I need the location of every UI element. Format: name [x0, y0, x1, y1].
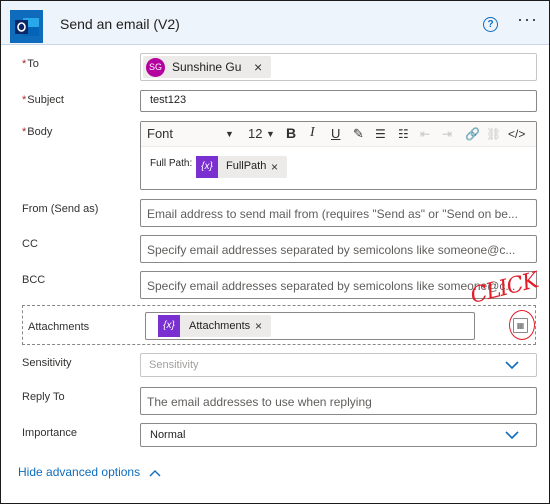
sensitivity-label: Sensitivity: [22, 357, 72, 369]
token-label: FullPath: [226, 160, 267, 172]
importance-value: Normal: [150, 429, 186, 441]
cc-label: CC: [22, 238, 38, 250]
fullpath-token: {x} FullPath ×: [196, 156, 287, 178]
numbered-list-icon[interactable]: ☷: [398, 127, 409, 141]
code-view-icon[interactable]: </>: [508, 127, 525, 141]
to-field[interactable]: SG Sunshine Gu ×: [140, 53, 537, 81]
remove-recipient-icon[interactable]: ×: [254, 59, 262, 75]
font-select[interactable]: Font: [147, 126, 173, 141]
subject-value: test123: [150, 94, 187, 106]
attachments-label: Attachments: [28, 321, 90, 333]
hide-advanced-options-link[interactable]: Hide advanced options: [18, 465, 161, 479]
expression-icon: {x}: [158, 315, 180, 337]
annotation-circle: [509, 310, 535, 340]
italic-icon[interactable]: I: [310, 125, 315, 141]
action-title: Send an email (V2): [60, 16, 180, 32]
reply-to-input[interactable]: The email addresses to use when replying: [140, 387, 537, 415]
expression-icon: {x}: [196, 156, 218, 178]
body-editor[interactable]: Font ▼ 12 ▼ B I U ✎ ☰ ☷ ⇤ ⇥ 🔗 ⛓ </> Full…: [140, 121, 537, 190]
unlink-icon[interactable]: ⛓: [486, 127, 501, 141]
remove-token-icon[interactable]: ×: [271, 160, 278, 174]
bullet-list-icon[interactable]: ☰: [375, 127, 386, 141]
cc-input[interactable]: Specify email addresses separated by sem…: [140, 235, 537, 263]
reply-to-placeholder: The email addresses to use when replying: [147, 395, 372, 409]
chevron-down-icon: [505, 361, 519, 370]
decrease-indent-icon[interactable]: ⇤: [420, 127, 430, 141]
from-input[interactable]: Email address to send mail from (require…: [140, 199, 537, 227]
rich-text-toolbar: Font ▼ 12 ▼ B I U ✎ ☰ ☷ ⇤ ⇥ 🔗 ⛓ </>: [141, 122, 536, 147]
help-circle-icon[interactable]: ?: [483, 17, 498, 32]
from-label: From (Send as): [22, 203, 99, 215]
action-header[interactable]: Send an email (V2) ? ···: [1, 1, 549, 45]
attachments-token: {x} Attachments ×: [158, 315, 271, 337]
body-text: Full Path:: [150, 158, 193, 169]
avatar: SG: [146, 58, 165, 77]
cc-placeholder: Specify email addresses separated by sem…: [147, 243, 516, 257]
link-icon[interactable]: 🔗: [465, 127, 480, 141]
remove-token-icon[interactable]: ×: [255, 319, 262, 333]
importance-dropdown[interactable]: Normal: [140, 423, 537, 447]
recipient-chip: SG Sunshine Gu ×: [143, 56, 271, 78]
chevron-down-icon: [505, 431, 519, 440]
font-chevron-icon[interactable]: ▼: [225, 129, 234, 139]
subject-input[interactable]: test123: [140, 90, 537, 112]
bold-icon[interactable]: B: [286, 125, 296, 141]
chevron-up-icon: [149, 469, 161, 477]
more-ellipsis-icon[interactable]: ···: [517, 10, 538, 28]
sensitivity-placeholder: Sensitivity: [149, 359, 199, 371]
font-size-chevron-icon[interactable]: ▼: [266, 129, 275, 139]
recipient-name: Sunshine Gu: [172, 60, 242, 74]
subject-label: *Subject: [22, 94, 64, 106]
outlook-icon: [10, 10, 43, 43]
bcc-label: BCC: [22, 274, 46, 286]
reply-to-label: Reply To: [22, 391, 65, 403]
font-size-select[interactable]: 12: [248, 126, 262, 141]
to-label: *To: [22, 58, 39, 70]
sensitivity-dropdown[interactable]: Sensitivity: [140, 353, 537, 377]
attachments-input[interactable]: {x} Attachments ×: [145, 312, 475, 340]
highlight-icon[interactable]: ✎: [353, 126, 364, 142]
increase-indent-icon[interactable]: ⇥: [442, 127, 452, 141]
token-label: Attachments: [189, 320, 251, 332]
body-label: *Body: [22, 126, 53, 138]
from-placeholder: Email address to send mail from (require…: [147, 207, 518, 221]
underline-icon[interactable]: U: [331, 126, 340, 141]
importance-label: Importance: [22, 427, 78, 439]
